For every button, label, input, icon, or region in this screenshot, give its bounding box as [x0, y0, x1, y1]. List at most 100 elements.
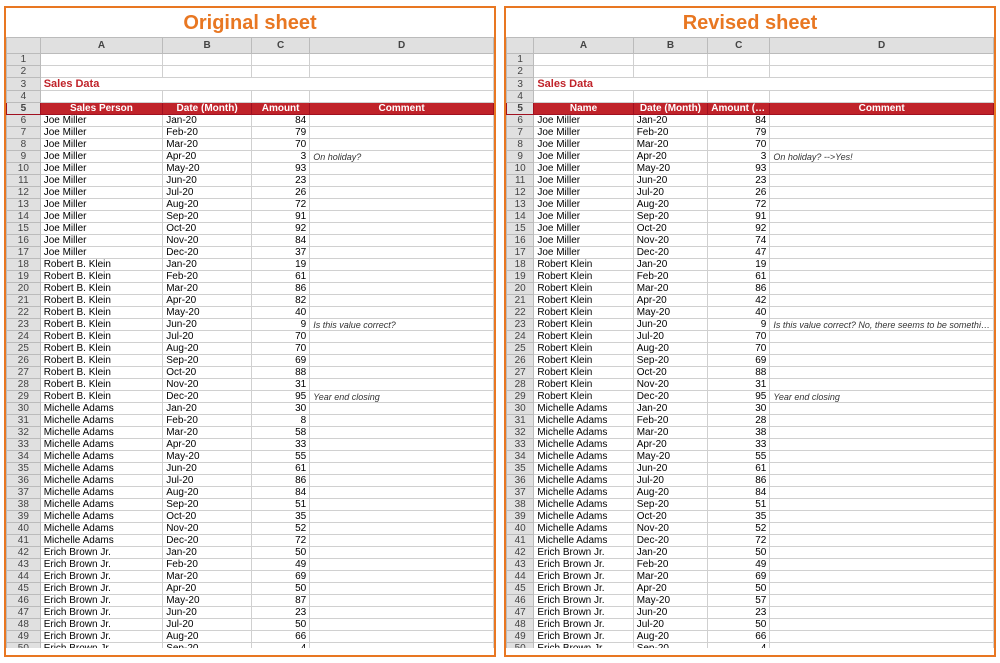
row-num: 32 — [507, 427, 534, 439]
cell-name: Erich Brown Jr. — [40, 643, 163, 649]
cell-name: Robert Klein — [534, 379, 633, 391]
cell-comment — [310, 199, 494, 211]
cell-amount: 49 — [708, 559, 770, 571]
cell-amount: 66 — [708, 631, 770, 643]
row-num: 44 — [7, 571, 41, 583]
cell-amount: 26 — [252, 187, 310, 199]
cell-name: Erich Brown Jr. — [534, 583, 633, 595]
cell-date: Mar-20 — [163, 139, 252, 151]
row-num: 35 — [507, 463, 534, 475]
cell-amount: 87 — [252, 595, 310, 607]
cell-amount: 92 — [708, 223, 770, 235]
cell-date: May-20 — [633, 595, 708, 607]
cell-comment — [770, 343, 994, 355]
cell-date: Jul-20 — [163, 331, 252, 343]
cell-date: Mar-20 — [633, 427, 708, 439]
cell-comment — [770, 583, 994, 595]
row-num: 47 — [7, 607, 41, 619]
cell-name: Robert B. Klein — [40, 331, 163, 343]
cell-name: Michelle Adams — [40, 451, 163, 463]
cell-date: Jun-20 — [163, 175, 252, 187]
cell-name: Joe Miller — [534, 127, 633, 139]
cell-comment — [310, 415, 494, 427]
row-num: 40 — [7, 523, 41, 535]
cell-amount: 84 — [708, 115, 770, 127]
row-num: 17 — [507, 247, 534, 259]
cell-name: Michelle Adams — [40, 463, 163, 475]
cell-date: Sep-20 — [163, 499, 252, 511]
cell-amount: 69 — [708, 355, 770, 367]
cell-name: Joe Miller — [534, 211, 633, 223]
cell-comment — [310, 139, 494, 151]
row-num: 46 — [7, 595, 41, 607]
cell-date: Jun-20 — [163, 319, 252, 331]
cell-amount: 82 — [252, 295, 310, 307]
cell-name: Erich Brown Jr. — [40, 559, 163, 571]
cell-name: Joe Miller — [40, 175, 163, 187]
cell-name: Erich Brown Jr. — [40, 583, 163, 595]
row-num: 45 — [507, 583, 534, 595]
row-num: 3 — [7, 78, 41, 91]
col-b2-header: B — [633, 38, 708, 54]
cell-date: Jun-20 — [633, 175, 708, 187]
cell-date: Jun-20 — [633, 607, 708, 619]
cell-date: May-20 — [163, 451, 252, 463]
cell-name: Robert B. Klein — [40, 319, 163, 331]
cell-date: Mar-20 — [163, 283, 252, 295]
cell-date: Feb-20 — [633, 415, 708, 427]
cell-amount: 50 — [252, 619, 310, 631]
row-num: 43 — [7, 559, 41, 571]
cell-amount: 4 — [252, 643, 310, 649]
cell-amount: 50 — [708, 583, 770, 595]
cell-comment — [770, 427, 994, 439]
cell-amount: 55 — [252, 451, 310, 463]
row-num: 11 — [7, 175, 41, 187]
cell-comment — [770, 259, 994, 271]
cell-name: Michelle Adams — [534, 487, 633, 499]
row-num: 36 — [507, 475, 534, 487]
cell-name: Joe Miller — [40, 247, 163, 259]
row-num: 29 — [507, 391, 534, 403]
revised-sheet-title: Revised sheet — [506, 8, 994, 37]
cell-amount: 95 — [708, 391, 770, 403]
row-num: 15 — [7, 223, 41, 235]
cell-amount: 72 — [252, 199, 310, 211]
cell-amount: 95 — [252, 391, 310, 403]
cell-amount: 9 — [252, 319, 310, 331]
original-sheet-title: Original sheet — [6, 8, 494, 37]
cell-comment — [310, 355, 494, 367]
cell-name: Joe Miller — [40, 115, 163, 127]
cell-name: Michelle Adams — [40, 439, 163, 451]
cell-name: Joe Miller — [534, 199, 633, 211]
cell-amount: 55 — [708, 451, 770, 463]
cell-comment — [770, 331, 994, 343]
cell-date: Jul-20 — [633, 187, 708, 199]
row-num: 14 — [7, 211, 41, 223]
cell-amount: 23 — [252, 607, 310, 619]
col-a-header: A — [40, 38, 163, 54]
row-num: 37 — [507, 487, 534, 499]
cell-name: Robert Klein — [534, 355, 633, 367]
cell-name: Robert B. Klein — [40, 343, 163, 355]
cell-comment — [770, 607, 994, 619]
cell-amount: 26 — [708, 187, 770, 199]
cell-date: Nov-20 — [163, 523, 252, 535]
cell-date: Aug-20 — [163, 487, 252, 499]
cell-date: Jul-20 — [633, 331, 708, 343]
row-num: 50 — [7, 643, 41, 649]
cell-date: Aug-20 — [633, 199, 708, 211]
cell-date: Oct-20 — [163, 511, 252, 523]
cell-comment — [310, 271, 494, 283]
cell-date: Mar-20 — [633, 283, 708, 295]
cell-comment — [770, 115, 994, 127]
cell-name: Robert B. Klein — [40, 271, 163, 283]
row-num: 20 — [7, 283, 41, 295]
cell-name: Michelle Adams — [534, 451, 633, 463]
cell-amount: 79 — [708, 127, 770, 139]
cell-date: Jan-20 — [163, 403, 252, 415]
cell-comment — [310, 235, 494, 247]
cell-amount: 58 — [252, 427, 310, 439]
cell-comment — [770, 415, 994, 427]
cell-comment — [310, 535, 494, 547]
cell-name: Robert Klein — [534, 283, 633, 295]
